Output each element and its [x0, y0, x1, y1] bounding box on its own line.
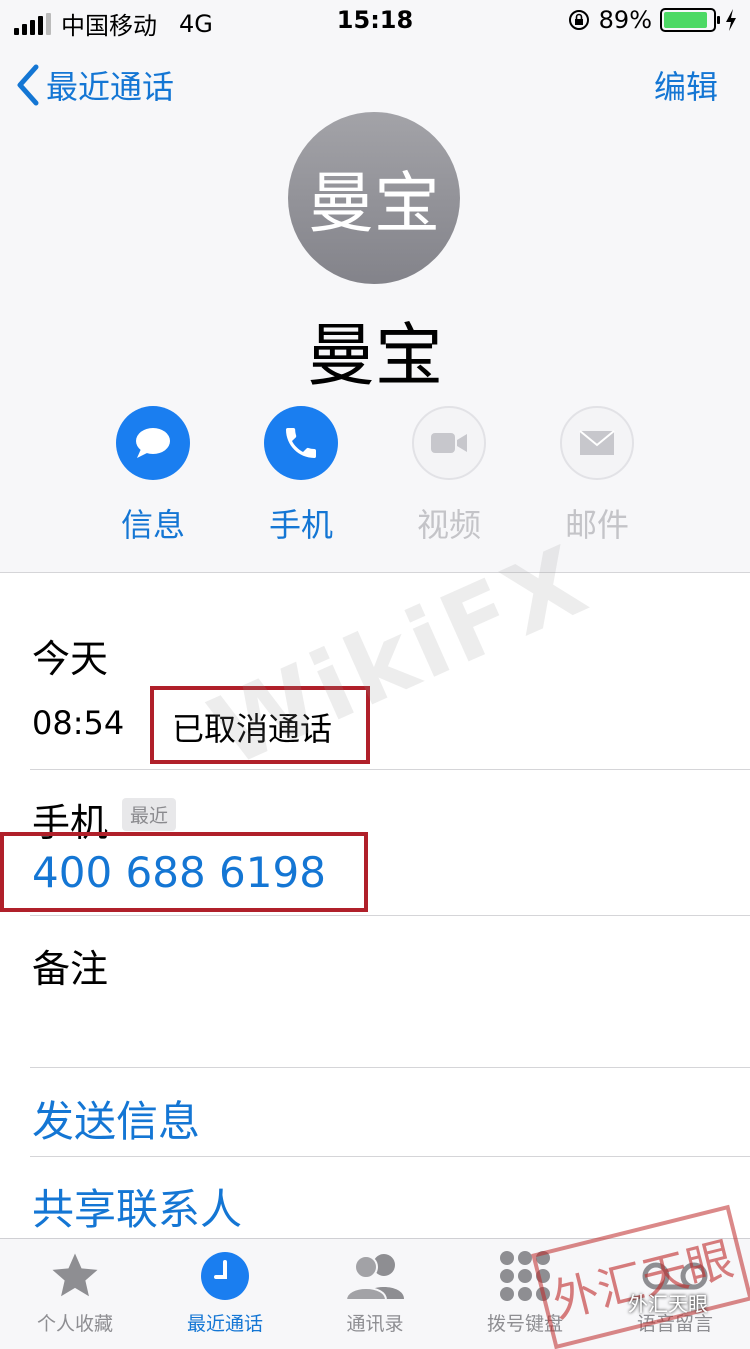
contact-detail-card: 今天 08:54 已取消通话 手机 最近 400 688 6198 备注 发送信…	[0, 572, 750, 1240]
share-contact-link[interactable]: 共享联系人	[32, 1176, 242, 1237]
recent-badge: 最近	[122, 798, 177, 831]
battery-fill	[664, 12, 707, 28]
phone-number-link[interactable]: 400 688 6198	[32, 848, 326, 897]
video-action-button[interactable]: 视频	[394, 406, 504, 546]
call-action-label: 手机	[268, 506, 333, 544]
divider	[30, 915, 750, 916]
tab-favorites[interactable]: 个人收藏	[0, 1247, 150, 1336]
tab-recents[interactable]: 最近通话	[150, 1247, 300, 1336]
star-icon	[0, 1247, 150, 1305]
tab-label: 拨号键盘	[486, 1313, 563, 1335]
tab-label: 最近通话	[186, 1313, 263, 1335]
notes-field[interactable]	[32, 992, 732, 1062]
video-camera-icon	[412, 406, 486, 480]
tab-voicemail[interactable]: 语音留言	[600, 1247, 750, 1336]
charging-bolt-icon	[726, 9, 736, 31]
tab-keypad[interactable]: 拨号键盘	[450, 1247, 600, 1336]
call-log-status: 已取消通话	[172, 710, 333, 748]
voicemail-icon	[600, 1247, 750, 1305]
video-action-label: 视频	[416, 506, 481, 544]
call-log-day: 今天	[32, 637, 109, 681]
recent-tag-wrap: 最近	[122, 798, 177, 831]
status-bar: 中国移动 4G 15:18 89%	[0, 0, 750, 40]
battery-icon	[660, 8, 720, 32]
divider	[30, 1156, 750, 1157]
navigation-bar: 最近通话 编辑	[0, 52, 750, 116]
keypad-icon	[450, 1247, 600, 1305]
phone-icon	[264, 406, 338, 480]
orientation-lock-icon	[568, 10, 589, 30]
status-right: 89%	[567, 6, 738, 34]
contact-name: 曼宝	[306, 317, 443, 396]
tab-bar: 个人收藏 最近通话 通讯录 拨号键盘 语音留言	[0, 1238, 750, 1335]
avatar: 曼宝	[288, 112, 460, 284]
tab-label: 语音留言	[636, 1313, 713, 1335]
back-button[interactable]: 最近通话	[16, 62, 174, 108]
mail-envelope-icon	[560, 406, 634, 480]
mail-action-button[interactable]: 邮件	[542, 406, 652, 546]
back-label: 最近通话	[46, 68, 175, 106]
divider	[30, 1067, 750, 1068]
tab-label: 个人收藏	[36, 1313, 113, 1335]
send-message-link[interactable]: 发送信息	[32, 1088, 200, 1149]
notes-label: 备注	[32, 947, 109, 991]
contacts-icon	[300, 1247, 450, 1305]
call-action-button[interactable]: 手机	[246, 406, 356, 546]
tab-label: 通讯录	[346, 1313, 404, 1335]
chevron-left-icon	[17, 64, 39, 106]
edit-button[interactable]: 编辑	[654, 62, 718, 108]
message-action-button[interactable]: 信息	[98, 406, 208, 546]
clock-icon	[150, 1247, 300, 1305]
mail-action-label: 邮件	[564, 506, 629, 544]
tab-contacts[interactable]: 通讯录	[300, 1247, 450, 1336]
call-log-time: 08:54	[32, 704, 125, 742]
divider	[0, 572, 750, 573]
battery-percent: 89%	[598, 6, 652, 34]
message-action-label: 信息	[120, 506, 185, 544]
divider	[30, 769, 750, 770]
message-bubble-icon	[116, 406, 190, 480]
